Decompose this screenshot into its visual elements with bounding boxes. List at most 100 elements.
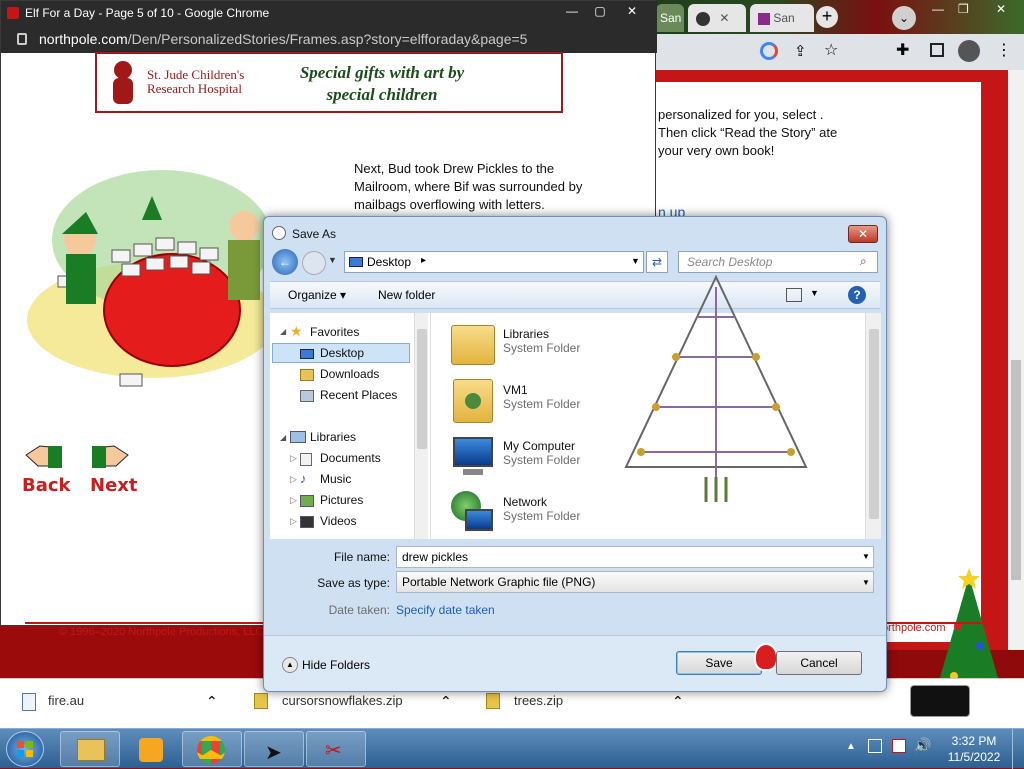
nav-libraries[interactable]: Libraries xyxy=(310,430,356,444)
st-jude-banner[interactable]: St. Jude Children's Research Hospital Sp… xyxy=(95,52,563,113)
save-type-select[interactable]: Portable Network Graphic file (PNG) xyxy=(396,571,874,593)
background-toolbar: ⇪ ☆ ✚ ⋮ xyxy=(656,34,1024,70)
background-tab-1[interactable]: San xyxy=(656,4,684,32)
collapse-arrow-icon[interactable]: ▲ xyxy=(282,657,298,673)
show-desktop-button[interactable] xyxy=(1012,729,1024,769)
file-item-type: System Folder xyxy=(503,509,581,523)
maximize-button[interactable]: ▢ xyxy=(585,1,615,21)
download-item-2[interactable]: cursorsnowflakes.zip xyxy=(282,693,403,708)
action-center-icon[interactable] xyxy=(892,739,906,753)
hide-folders-button[interactable]: Hide Folders xyxy=(302,658,370,672)
expand-documents-icon[interactable]: ▷ xyxy=(290,453,297,464)
search-icon[interactable]: ⌕ xyxy=(860,254,867,269)
back-arrow-icon[interactable]: ← xyxy=(272,249,298,275)
nav-videos[interactable]: Videos xyxy=(320,514,356,528)
media-player-taskbar-button[interactable] xyxy=(122,731,182,767)
close-window-button[interactable]: ✕ xyxy=(617,1,647,21)
dialog-close-button[interactable]: ✕ xyxy=(848,225,878,243)
file-name-dropdown-icon[interactable]: ▼ xyxy=(862,552,870,561)
nav-favorites[interactable]: Favorites xyxy=(310,325,359,339)
new-folder-button[interactable]: New folder xyxy=(378,288,435,302)
menu-icon[interactable]: ⋮ xyxy=(996,40,1012,60)
new-tab-button[interactable]: + xyxy=(816,6,838,28)
background-tab-2[interactable]: San xyxy=(750,4,814,32)
snipping-tool-taskbar-button[interactable]: ✂ xyxy=(306,731,366,767)
volume-icon[interactable]: 🔊 xyxy=(914,737,931,754)
file-scroll-thumb[interactable] xyxy=(869,329,879,519)
restore-button[interactable]: ❐ xyxy=(958,2,969,16)
nav-documents[interactable]: Documents xyxy=(320,451,381,465)
url-bar[interactable]: northpole.com/Den/PersonalizedStories/Fr… xyxy=(1,25,657,53)
extensions-icon[interactable]: ✚ xyxy=(896,40,909,60)
window-title-bar[interactable]: Elf For a Day - Page 5 of 10 - Google Ch… xyxy=(1,1,657,25)
zip-icon xyxy=(254,693,268,709)
background-scrollbar[interactable] xyxy=(1008,70,1024,650)
google-icon[interactable] xyxy=(760,42,778,60)
breadcrumb-chevron-icon[interactable]: ▸ xyxy=(421,255,426,266)
network-icon[interactable] xyxy=(868,739,882,753)
nav-music[interactable]: Music xyxy=(320,472,351,486)
user-icon xyxy=(465,393,481,409)
download-item-3[interactable]: trees.zip xyxy=(514,693,563,708)
lock-icon[interactable] xyxy=(17,33,27,45)
save-button[interactable]: Save xyxy=(676,651,762,675)
close-window-button[interactable]: ✕ xyxy=(996,2,1006,16)
file-name-input[interactable]: drew pickles xyxy=(396,546,874,568)
clock-time: 3:32 PM xyxy=(951,734,997,748)
organize-button[interactable]: Organize ▾ xyxy=(288,288,346,302)
scroll-thumb[interactable] xyxy=(1011,360,1021,580)
show-all-button[interactable] xyxy=(910,685,970,717)
forward-arrow-icon[interactable] xyxy=(302,251,326,275)
cursor-app-taskbar-button[interactable]: ➤ xyxy=(244,731,304,767)
save-type-dropdown-icon[interactable]: ▼ xyxy=(862,578,870,587)
explorer-taskbar-button[interactable] xyxy=(60,731,120,767)
nav-downloads[interactable]: Downloads xyxy=(320,367,379,381)
windows-taskbar: ➤ ✂ ▲ 🔊 3:32 PM 11/5/2022 xyxy=(0,728,1024,769)
recent-locations-icon[interactable]: ▼ xyxy=(328,255,337,265)
expand-music-icon[interactable]: ▷ xyxy=(290,474,297,485)
show-hidden-icons[interactable]: ▲ xyxy=(846,741,856,752)
chevron-up-icon[interactable]: ⌃ xyxy=(440,693,452,710)
nav-pictures[interactable]: Pictures xyxy=(320,493,363,507)
cancel-button[interactable]: Cancel xyxy=(776,651,862,675)
chrome-taskbar-button[interactable] xyxy=(182,731,242,767)
expand-libraries-icon[interactable]: ◢ xyxy=(280,433,286,442)
chevron-down-icon[interactable]: ⌄ xyxy=(892,6,916,30)
nav-desktop[interactable]: Desktop xyxy=(320,346,364,360)
url-host: northpole.com xyxy=(39,31,128,47)
profile-icon[interactable] xyxy=(958,40,980,62)
minimize-button[interactable]: — xyxy=(557,1,587,21)
file-name-label: File name: xyxy=(333,550,390,564)
minimize-button[interactable]: — xyxy=(932,2,944,16)
nav-scrollbar[interactable] xyxy=(414,313,428,539)
address-bar[interactable]: Desktop ▸ ▼ xyxy=(344,251,644,273)
file-list-scrollbar[interactable] xyxy=(865,313,881,539)
expand-videos-icon[interactable]: ▷ xyxy=(290,516,297,527)
background-tab-active[interactable]: ✕ xyxy=(688,4,746,32)
computer-icon xyxy=(453,437,493,467)
chevron-up-icon[interactable]: ⌃ xyxy=(672,693,684,710)
close-icon[interactable]: ✕ xyxy=(719,11,729,25)
next-button[interactable]: Next xyxy=(90,440,138,496)
system-clock[interactable]: 3:32 PM 11/5/2022 xyxy=(944,733,1004,765)
expand-favorites-icon[interactable]: ◢ xyxy=(280,327,286,336)
file-icon xyxy=(22,693,36,711)
site-icon xyxy=(7,7,19,19)
back-button[interactable]: Back xyxy=(22,440,71,496)
chevron-up-icon[interactable]: ⌃ xyxy=(206,693,218,710)
specify-date-link[interactable]: Specify date taken xyxy=(396,603,495,617)
nav-recent-places[interactable]: Recent Places xyxy=(320,388,397,402)
share-icon[interactable]: ⇪ xyxy=(794,42,807,60)
help-icon[interactable]: ? xyxy=(848,286,866,304)
nav-scroll-thumb[interactable] xyxy=(417,329,427,449)
cursor-icon: ➤ xyxy=(265,742,282,764)
download-item-1[interactable]: fire.au xyxy=(48,693,84,708)
sidepanel-icon[interactable] xyxy=(930,43,944,57)
network-computer-icon xyxy=(465,509,493,531)
background-tab-bar: San ✕ San + ⌄ — ❐ ✕ xyxy=(656,0,1024,34)
star-icon[interactable]: ☆ xyxy=(824,40,838,60)
paint-icon xyxy=(272,226,286,240)
address-desktop[interactable]: Desktop xyxy=(367,255,411,269)
expand-pictures-icon[interactable]: ▷ xyxy=(290,495,297,506)
start-button[interactable] xyxy=(6,731,44,767)
